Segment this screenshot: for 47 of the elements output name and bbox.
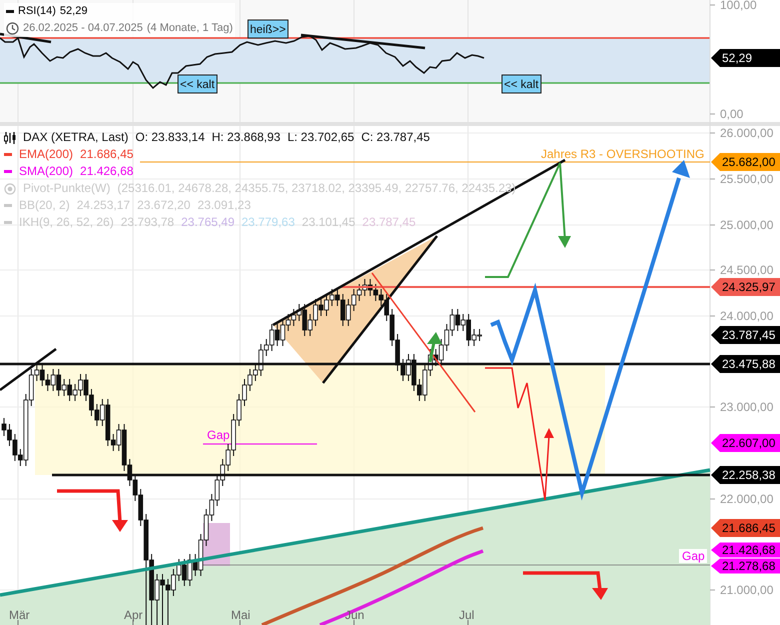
- axis-date-label: Mai: [231, 608, 250, 622]
- axis-tick-label: 24.500,00: [720, 263, 774, 277]
- price-tag: 21.686,45: [711, 519, 780, 537]
- indicator-name: SMA(200): [19, 164, 74, 179]
- price-tag: 23.475,88: [711, 355, 780, 373]
- signal-tag: << kalt: [502, 74, 542, 94]
- indicator-value: C: 23.787,45: [361, 130, 430, 145]
- price-tag: 23.787,45: [711, 326, 780, 344]
- indicator-value: O: 23.833,14: [135, 130, 205, 145]
- date-range: 26.02.2025 - 04.07.2025: [23, 21, 143, 36]
- axis-tick-label: 22.000,00: [720, 492, 774, 506]
- chart-annotation: Gap: [207, 428, 230, 442]
- indicator-value: H: 23.868,93: [212, 130, 280, 145]
- axis-tick-label: 26.000,00: [720, 126, 774, 140]
- price-tag: 52,29: [711, 49, 780, 67]
- axis-date-label: Jul: [459, 608, 474, 622]
- axis-date-label: Apr: [124, 608, 143, 622]
- price-tag: 25.682,00: [711, 153, 780, 171]
- indicator-value: 21.426,68: [80, 164, 134, 179]
- axis-date-label: Mär: [9, 608, 30, 622]
- price-tag: 21.278,68: [711, 558, 780, 574]
- chart-annotation: Gap: [679, 549, 707, 563]
- axis-tick-label: 25.000,00: [720, 218, 774, 232]
- indicator-value: 23.787,45: [362, 215, 416, 230]
- indicator-value: 21.686,45: [80, 147, 134, 162]
- price-tag: 22.258,38: [711, 466, 780, 484]
- indicator-name: RSI(14): [18, 4, 56, 19]
- duration-label: (4 Monate, 1 Tag): [146, 21, 233, 36]
- indicator-value: 23.765,49: [181, 215, 234, 230]
- indicator-value: 52,29: [60, 4, 88, 19]
- axis-tick-label: 0,00: [720, 107, 744, 121]
- signal-tag: heiß>>: [248, 20, 288, 38]
- axis-tick-label: 24.000,00: [720, 309, 774, 323]
- indicator-name: EMA(200): [19, 147, 74, 162]
- chart-annotation: Jahres R3 - OVERSHOOTING: [541, 147, 704, 161]
- axis-date-label: Jun: [345, 608, 364, 622]
- axis-tick-label: 23.000,00: [720, 400, 774, 414]
- indicator-name: DAX (XETRA, Last): [23, 130, 128, 145]
- indicator-value: L: 23.702,65: [287, 130, 354, 145]
- price-tag: 24.325,97: [711, 278, 780, 296]
- axis-tick-label: 100,00: [720, 0, 757, 12]
- price-tag: 22.607,00: [711, 434, 780, 452]
- axis-tick-label: 25.500,00: [720, 172, 774, 186]
- price-tag: 21.426,68: [711, 542, 780, 558]
- indicator-value: 23.779,63: [242, 215, 295, 230]
- signal-tag: << kalt: [178, 74, 218, 94]
- axis-tick-label: 21.000,00: [720, 583, 774, 597]
